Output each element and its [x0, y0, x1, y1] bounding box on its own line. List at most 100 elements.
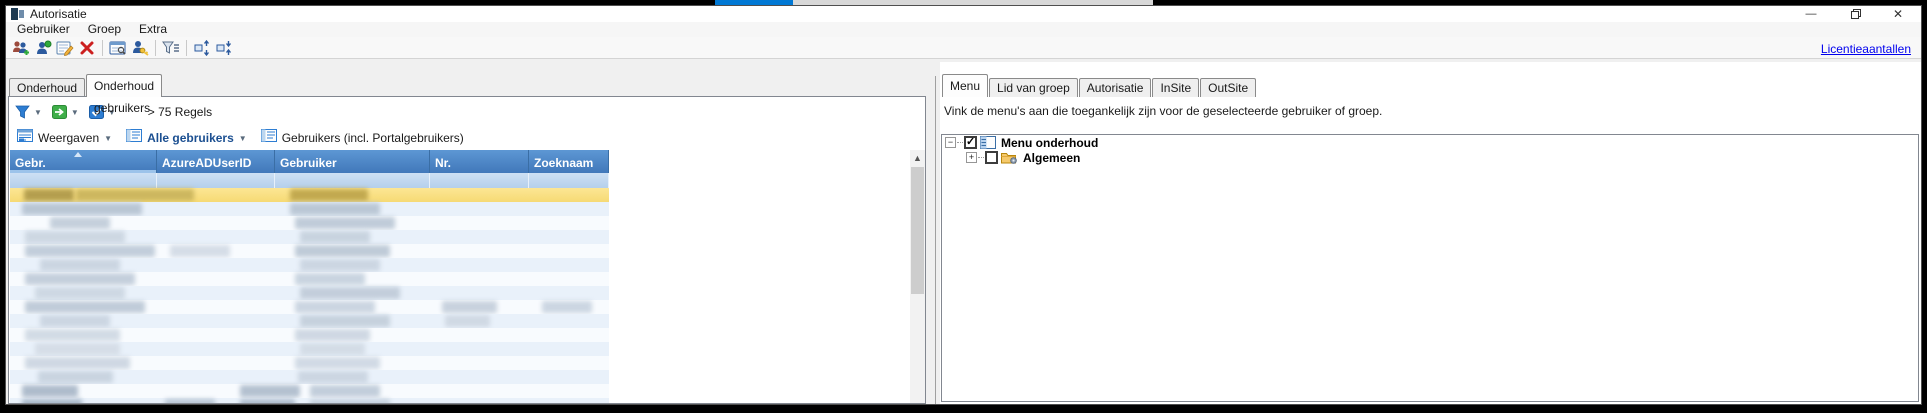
close-button-icon[interactable]: ✕ — [1883, 6, 1913, 22]
tree-node-label[interactable]: Menu onderhoud — [1001, 136, 1098, 150]
menu-item-extra[interactable]: Extra — [130, 22, 176, 37]
redacted-cell-content — [295, 329, 370, 341]
table-row[interactable] — [10, 216, 609, 230]
selected-row[interactable] — [10, 188, 609, 202]
table-row[interactable] — [10, 398, 609, 404]
tree-node-algemeen: + Algemeen — [942, 150, 1918, 165]
tree-node-label[interactable]: Algemeen — [1023, 151, 1080, 165]
redacted-cell-content — [25, 231, 125, 243]
scrollbar-thumb[interactable] — [911, 167, 924, 294]
table-row[interactable] — [10, 244, 609, 258]
filter-cell[interactable] — [430, 173, 529, 188]
redacted-cell-content — [240, 385, 300, 397]
new-user-icon[interactable] — [32, 38, 54, 58]
app-window: Autorisatie — ✕ GebruikerGroepExtra Lice… — [5, 5, 1922, 405]
tab-insite[interactable]: InSite — [1152, 78, 1199, 97]
menu-item-gebruiker[interactable]: Gebruiker — [8, 22, 79, 37]
filter-icon[interactable] — [160, 38, 182, 58]
screenshot-stage: Autorisatie — ✕ GebruikerGroepExtra Lice… — [0, 0, 1927, 413]
go-arrow-dropdown[interactable]: ▼ — [52, 105, 79, 119]
minimize-button-icon[interactable]: — — [1796, 6, 1826, 22]
go-arrow-icon — [52, 105, 67, 119]
table-row[interactable] — [10, 328, 609, 342]
toolbar-separator — [102, 40, 103, 56]
redacted-cell-content — [240, 399, 295, 404]
filter-cell[interactable] — [529, 173, 609, 188]
column-header-label: Gebruiker — [280, 156, 337, 170]
menu-item-groep[interactable]: Groep — [79, 22, 130, 37]
tab-autorisatie[interactable]: Autorisatie — [1079, 78, 1152, 97]
redacted-cell-content — [300, 287, 400, 299]
collapse-all-icon[interactable] — [213, 38, 235, 58]
table-row[interactable] — [10, 356, 609, 370]
toolbar-separator — [155, 40, 156, 56]
expand-node-icon[interactable]: + — [966, 152, 977, 163]
redacted-cell-content — [290, 189, 368, 201]
column-header-label: AzureADUserID — [162, 156, 251, 170]
tab-lid-van-groep[interactable]: Lid van groep — [989, 78, 1078, 97]
redacted-cell-content — [295, 357, 380, 369]
tree-connector — [957, 142, 963, 143]
column-header-gebr[interactable]: Gebr. — [10, 150, 157, 173]
table-row[interactable] — [10, 342, 609, 356]
table-row[interactable] — [10, 314, 609, 328]
table-row[interactable] — [10, 202, 609, 216]
grid-vertical-scrollbar[interactable]: ▲ — [910, 150, 925, 403]
grid-auto-filter-row[interactable] — [10, 173, 609, 188]
redacted-cell-content — [25, 273, 135, 285]
details-icon[interactable] — [107, 38, 129, 58]
table-row[interactable] — [10, 286, 609, 300]
column-header-azureaduserid[interactable]: AzureADUserID — [157, 150, 275, 173]
filter-cell[interactable] — [10, 173, 157, 188]
table-row[interactable] — [10, 300, 609, 314]
view-control-gebruikers-incl-portalgebruikers-[interactable]: Gebruikers (incl. Portalgebruikers) — [261, 129, 464, 147]
panel-splitter[interactable] — [935, 76, 936, 404]
expand-all-icon[interactable] — [191, 38, 213, 58]
tree-node-checkbox[interactable]: ✓ — [964, 136, 977, 149]
redacted-cell-content — [22, 385, 78, 397]
redacted-cell-content — [35, 287, 125, 299]
column-header-nr[interactable]: Nr. — [430, 150, 529, 173]
redacted-cell-content — [300, 231, 370, 243]
tab-outsite[interactable]: OutSite — [1200, 78, 1256, 97]
right-panel: MenuLid van groepAutorisatieInSiteOutSit… — [940, 62, 1922, 405]
redacted-cell-content — [25, 357, 130, 369]
table-row[interactable] — [10, 384, 609, 398]
license-counts-link[interactable]: Licentieaantallen — [1821, 42, 1911, 56]
redacted-cell-content — [298, 371, 368, 383]
redacted-cell-content — [170, 245, 230, 257]
filter-cell[interactable] — [275, 173, 430, 188]
window-title: Autorisatie — [30, 7, 87, 21]
right-tab-strip: MenuLid van groepAutorisatieInSiteOutSit… — [942, 74, 1257, 97]
tab-onderhoud-groepen[interactable]: Onderhoud groepen — [9, 78, 85, 97]
menu-tree: −✓ Menu onderhoud + Algemeen — [941, 134, 1919, 402]
column-header-gebruiker[interactable]: Gebruiker — [275, 150, 430, 173]
view-control-weergaven[interactable]: Weergaven▼ — [17, 129, 112, 147]
table-row[interactable] — [10, 272, 609, 286]
tab-menu[interactable]: Menu — [942, 74, 988, 97]
scrollbar-up-arrow-icon[interactable]: ▲ — [910, 152, 925, 164]
tree-node-checkbox[interactable] — [985, 151, 998, 164]
restore-button-icon[interactable] — [1841, 6, 1871, 22]
redacted-cell-content — [310, 399, 390, 404]
table-row[interactable] — [10, 370, 609, 384]
filter-funnel-icon — [15, 105, 30, 119]
tab-onderhoud-gebruikers[interactable]: Onderhoud gebruikers — [86, 74, 162, 97]
view-control-alle-gebruikers[interactable]: Alle gebruikers▼ — [126, 129, 247, 147]
view-control-label: Alle gebruikers — [147, 131, 234, 145]
delete-icon[interactable] — [76, 38, 98, 58]
table-row[interactable] — [10, 258, 609, 272]
grid-header: Gebr. AzureADUserID Gebruiker Nr. Zoeknaam — [10, 150, 609, 173]
column-header-zoeknaam[interactable]: Zoeknaam — [529, 150, 609, 173]
user-key-icon[interactable] — [129, 38, 151, 58]
table-row[interactable] — [10, 230, 609, 244]
filter-funnel-dropdown[interactable]: ▼ — [15, 105, 42, 119]
redacted-cell-content — [295, 301, 375, 313]
add-user-icon[interactable] — [10, 38, 32, 58]
filter-cell[interactable] — [157, 173, 275, 188]
collapse-node-icon[interactable]: − — [945, 137, 956, 148]
view-control-label: Gebruikers (incl. Portalgebruikers) — [282, 131, 464, 145]
edit-user-icon[interactable] — [54, 38, 76, 58]
redacted-cell-content — [310, 385, 380, 397]
column-header-label: Nr. — [435, 156, 451, 170]
